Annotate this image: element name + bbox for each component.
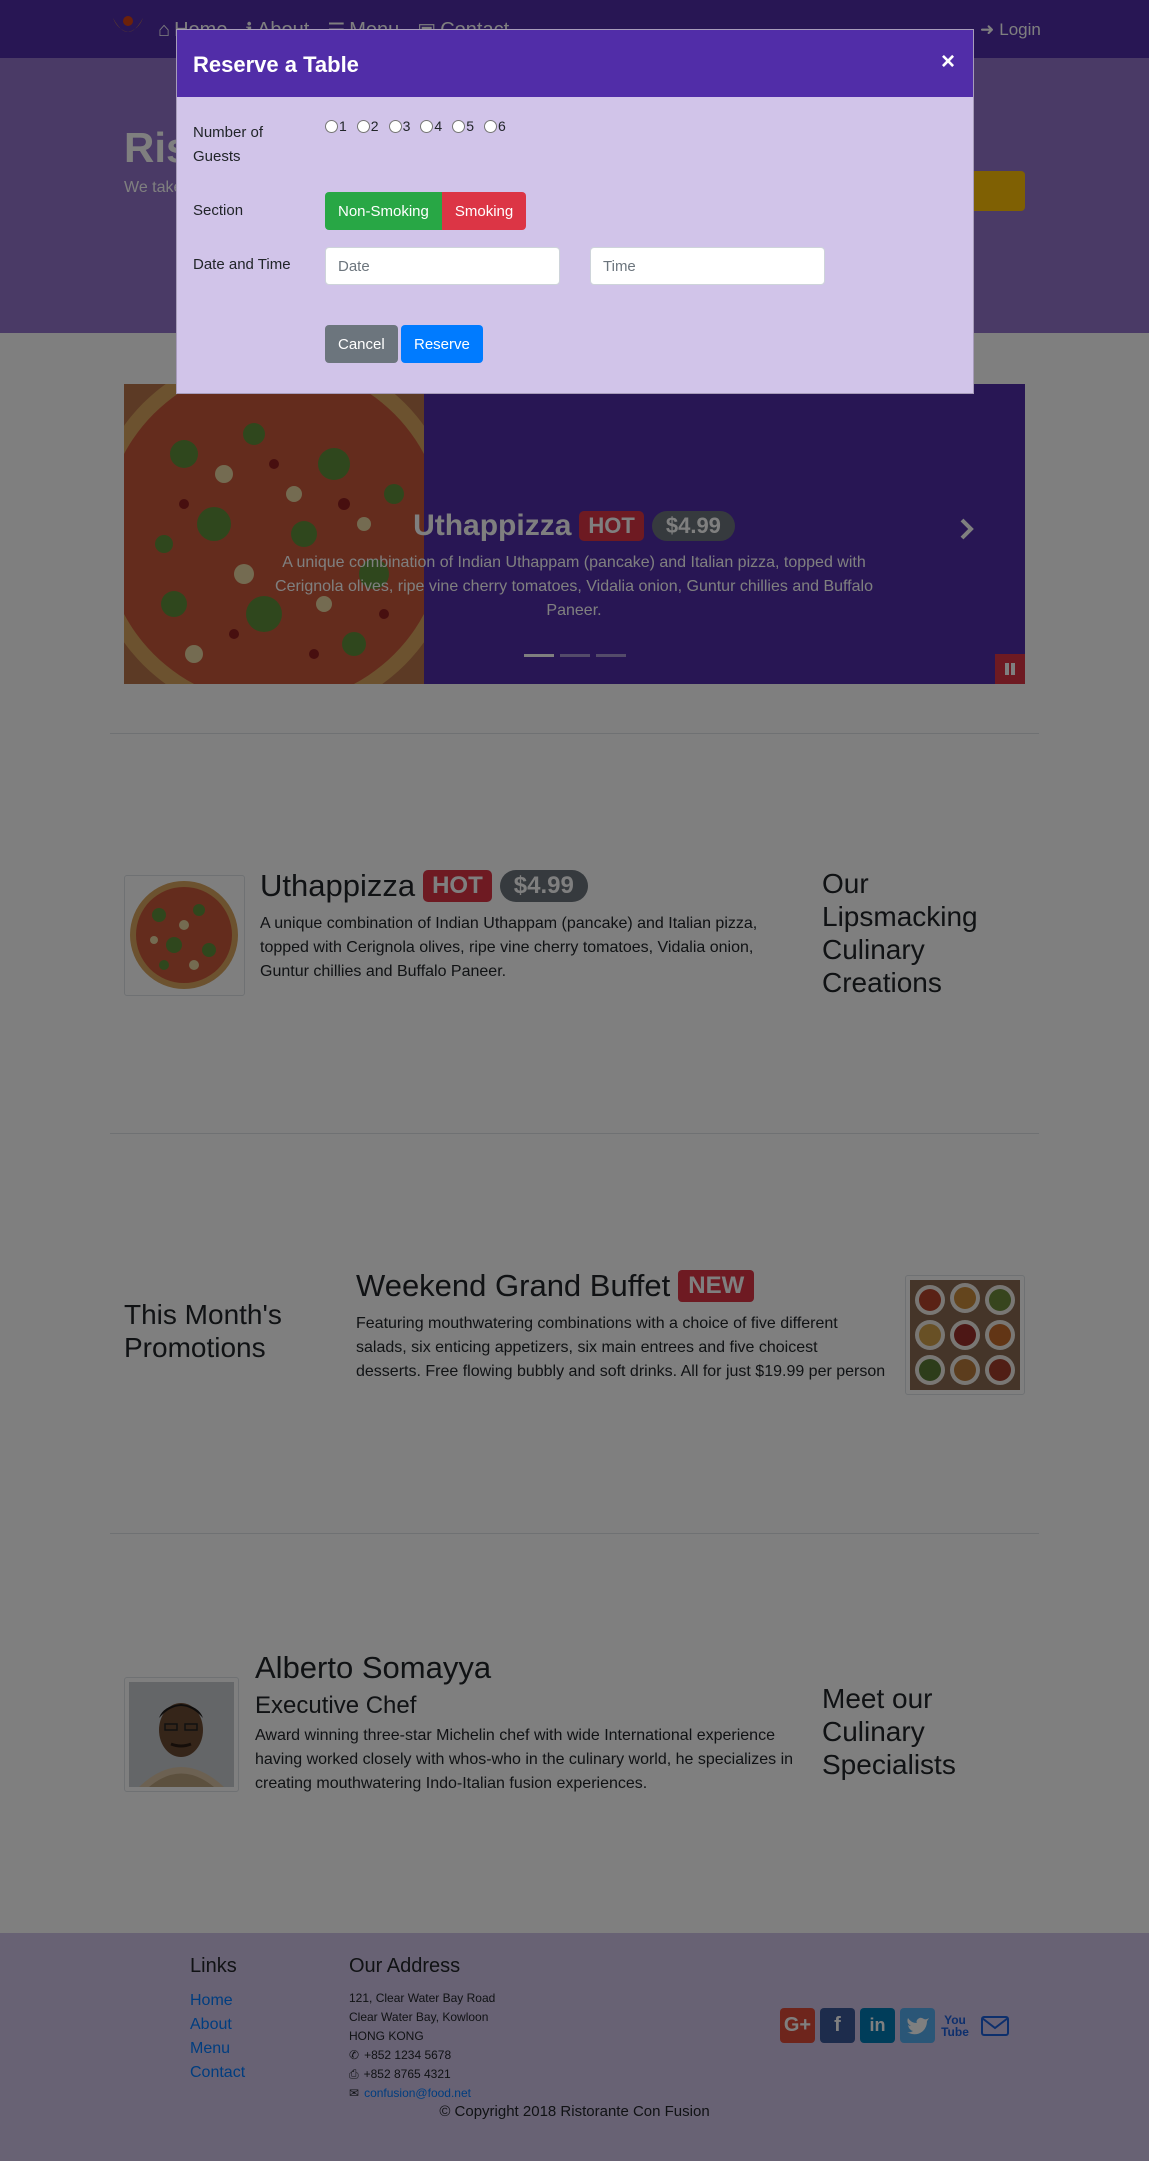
guests-radio-group: 1 2 3 4 5 6 xyxy=(325,118,506,134)
guests-option-2[interactable]: 2 xyxy=(356,118,379,134)
guests-radio[interactable] xyxy=(452,119,466,133)
guests-option-1[interactable]: 1 xyxy=(325,118,347,134)
guests-radio[interactable] xyxy=(483,119,497,133)
section-label: Section xyxy=(193,202,244,219)
smoking-button[interactable]: Smoking xyxy=(441,192,527,230)
guests-option-3[interactable]: 3 xyxy=(388,118,411,134)
guests-radio[interactable] xyxy=(420,119,434,133)
guests-radio[interactable] xyxy=(356,119,370,133)
datetime-label: Date and Time xyxy=(193,256,291,273)
guests-option-5[interactable]: 5 xyxy=(452,118,474,134)
guests-radio[interactable] xyxy=(388,119,402,133)
cancel-button[interactable]: Cancel xyxy=(325,325,398,363)
section-toggle-group: Non-Smoking Smoking xyxy=(325,192,527,230)
close-icon[interactable]: × xyxy=(941,48,955,76)
time-input[interactable] xyxy=(590,247,825,285)
guests-label: Number of Guests xyxy=(193,124,264,165)
non-smoking-button[interactable]: Non-Smoking xyxy=(325,192,442,230)
guests-option-4[interactable]: 4 xyxy=(420,118,442,134)
guests-option-label: 4 xyxy=(434,118,443,134)
guests-radio[interactable] xyxy=(325,119,338,133)
guests-option-label: 5 xyxy=(466,118,474,134)
reserve-table-modal: Reserve a Table × Number of Guests 1 2 3… xyxy=(176,29,974,394)
modal-header: Reserve a Table × xyxy=(177,30,973,97)
guests-option-label: 1 xyxy=(339,118,347,134)
guests-option-label: 6 xyxy=(497,118,506,134)
guests-option-label: 2 xyxy=(370,118,379,134)
date-input[interactable] xyxy=(325,247,560,285)
guests-option-6[interactable]: 6 xyxy=(483,118,506,134)
modal-title: Reserve a Table xyxy=(193,52,359,77)
guests-option-label: 3 xyxy=(402,118,411,134)
reserve-button[interactable]: Reserve xyxy=(401,325,483,363)
